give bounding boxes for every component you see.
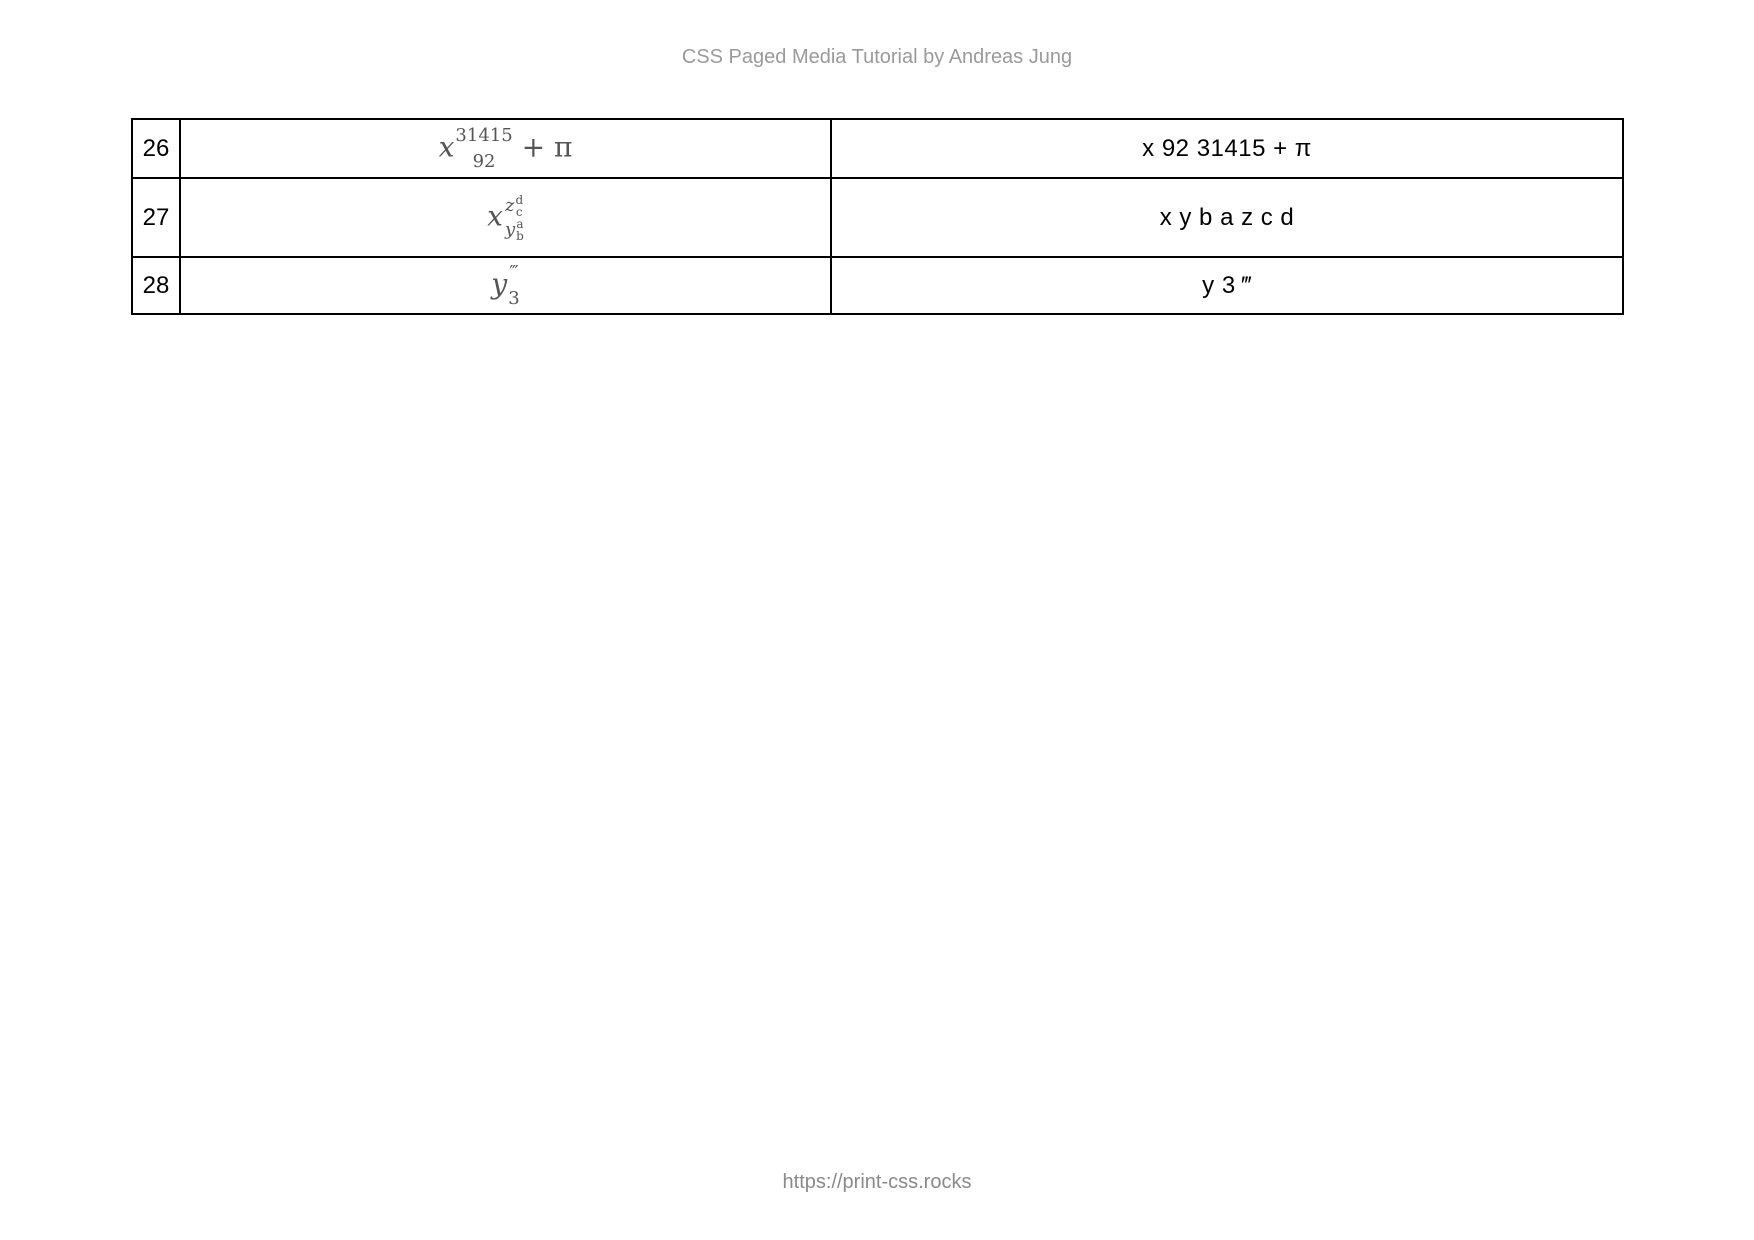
formula-subscript: 92 — [472, 150, 496, 172]
table-row: 28 y ‴ 3 y 3 ‴ — [131, 256, 1624, 315]
formula-superscript: ‴ — [509, 261, 519, 283]
formula-scripts: 31415 92 — [455, 126, 512, 170]
formula-subscript: 3 — [508, 287, 520, 309]
row-number: 28 — [131, 256, 181, 315]
formula-sub-base: y — [504, 218, 516, 240]
formula-sup-sup: d — [515, 192, 524, 207]
formula-sup-base: z — [504, 194, 515, 216]
formula-sup-scripts: dc — [515, 194, 523, 218]
formula-table: 26 x 31415 92 + π x 92 31415 + π 27 x z dc… — [131, 118, 1624, 315]
formula-base: x — [487, 199, 503, 232]
formula-sub-sub: b — [516, 228, 524, 243]
formula-superscript: z dc — [505, 194, 524, 218]
formula-rendered: x 31415 92 + π — [179, 118, 832, 179]
formula-expression: x z dc y ab — [487, 194, 524, 242]
formula-base: y — [491, 267, 508, 301]
formula-text: y 3 ‴ — [830, 256, 1624, 315]
formula-superscript: 31415 — [455, 124, 513, 146]
formula-text: x y b a z c d — [830, 177, 1624, 258]
formula-scripts: ‴ 3 — [508, 263, 519, 307]
row-number: 26 — [131, 118, 181, 179]
formula-rendered: x z dc y ab — [179, 177, 832, 258]
formula-rest: + π — [521, 130, 573, 164]
page-footer-url: https://print-css.rocks — [782, 1171, 972, 1193]
formula-expression: y ‴ 3 — [491, 263, 519, 307]
formula-expression: x 31415 92 + π — [438, 126, 573, 170]
table-row: 26 x 31415 92 + π x 92 31415 + π — [131, 118, 1624, 179]
page-header-title: CSS Paged Media Tutorial by Andreas Jung — [681, 46, 1073, 68]
row-number: 27 — [131, 177, 181, 258]
formula-sub-scripts: ab — [516, 218, 524, 242]
formula-subscript: y ab — [505, 218, 524, 242]
formula-base: x — [438, 130, 455, 164]
formula-text: x 92 31415 + π — [830, 118, 1624, 179]
formula-sub-sup: a — [516, 216, 524, 231]
formula-sup-sub: c — [515, 204, 523, 219]
formula-rendered: y ‴ 3 — [179, 256, 832, 315]
table-row: 27 x z dc y ab x y b a z c d — [131, 177, 1624, 258]
formula-nested-scripts: z dc y ab — [505, 194, 524, 242]
